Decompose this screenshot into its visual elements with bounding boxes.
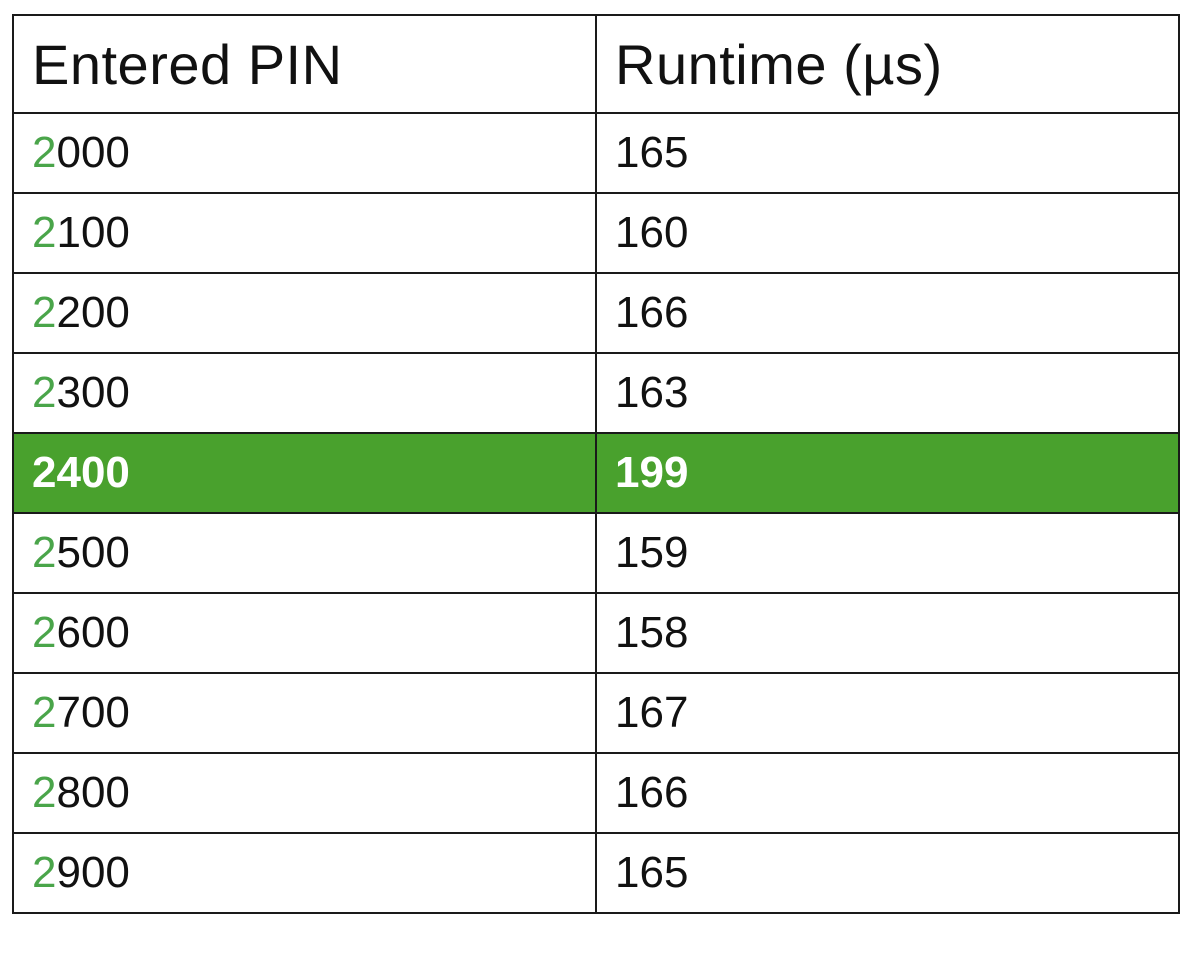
pin-runtime-table-container: Entered PIN Runtime (µs) 2000 165 2100 1…	[12, 14, 1180, 935]
runtime-cell: 199	[595, 432, 1180, 514]
pin-remaining-digits: 600	[56, 608, 130, 657]
pin-first-digit: 2	[32, 768, 57, 817]
runtime-cell: 166	[595, 272, 1180, 354]
pin-cell: 2700	[12, 672, 597, 754]
pin-cell: 2200	[12, 272, 597, 354]
pin-cell: 2800	[12, 752, 597, 834]
pin-cell: 2000	[12, 112, 597, 194]
table-row: 2900 165	[12, 832, 1180, 914]
pin-first-digit: 2	[32, 288, 57, 337]
pin-cell: 2100	[12, 192, 597, 274]
pin-remaining-digits: 700	[56, 688, 130, 737]
pin-remaining-digits: 400	[56, 448, 130, 497]
pin-cell: 2900	[12, 832, 597, 914]
table-row: 2600 158	[12, 592, 1180, 674]
pin-remaining-digits: 500	[56, 528, 130, 577]
pin-cell: 2600	[12, 592, 597, 674]
pin-first-digit: 2	[32, 208, 57, 257]
header-entered-pin: Entered PIN	[12, 14, 597, 114]
runtime-cell: 165	[595, 832, 1180, 914]
pin-first-digit: 2	[32, 848, 57, 897]
pin-runtime-table: Entered PIN Runtime (µs) 2000 165 2100 1…	[12, 14, 1180, 914]
table-row: 2200 166	[12, 272, 1180, 354]
pin-first-digit: 2	[32, 368, 57, 417]
table-row-highlighted: 2400 199	[12, 432, 1180, 514]
runtime-cell: 167	[595, 672, 1180, 754]
table-row: 2500 159	[12, 512, 1180, 594]
pin-first-digit: 2	[32, 128, 57, 177]
table-row: 2800 166	[12, 752, 1180, 834]
table-row: 2000 165	[12, 112, 1180, 194]
pin-remaining-digits: 800	[56, 768, 130, 817]
pin-remaining-digits: 900	[56, 848, 130, 897]
pin-cell: 2500	[12, 512, 597, 594]
pin-first-digit: 2	[32, 688, 57, 737]
table-row: 2300 163	[12, 352, 1180, 434]
pin-first-digit: 2	[32, 608, 57, 657]
pin-remaining-digits: 200	[56, 288, 130, 337]
table-row: 2700 167	[12, 672, 1180, 754]
runtime-cell: 158	[595, 592, 1180, 674]
runtime-cell: 166	[595, 752, 1180, 834]
pin-remaining-digits: 000	[56, 128, 130, 177]
pin-remaining-digits: 300	[56, 368, 130, 417]
runtime-cell: 163	[595, 352, 1180, 434]
runtime-cell: 165	[595, 112, 1180, 194]
pin-cell: 2400	[12, 432, 597, 514]
header-runtime: Runtime (µs)	[595, 14, 1180, 114]
pin-first-digit: 2	[32, 528, 57, 577]
table-row: 2100 160	[12, 192, 1180, 274]
pin-remaining-digits: 100	[56, 208, 130, 257]
pin-first-digit: 2	[32, 448, 57, 497]
runtime-cell: 160	[595, 192, 1180, 274]
table-header-row: Entered PIN Runtime (µs)	[12, 14, 1180, 114]
runtime-cell: 159	[595, 512, 1180, 594]
pin-cell: 2300	[12, 352, 597, 434]
